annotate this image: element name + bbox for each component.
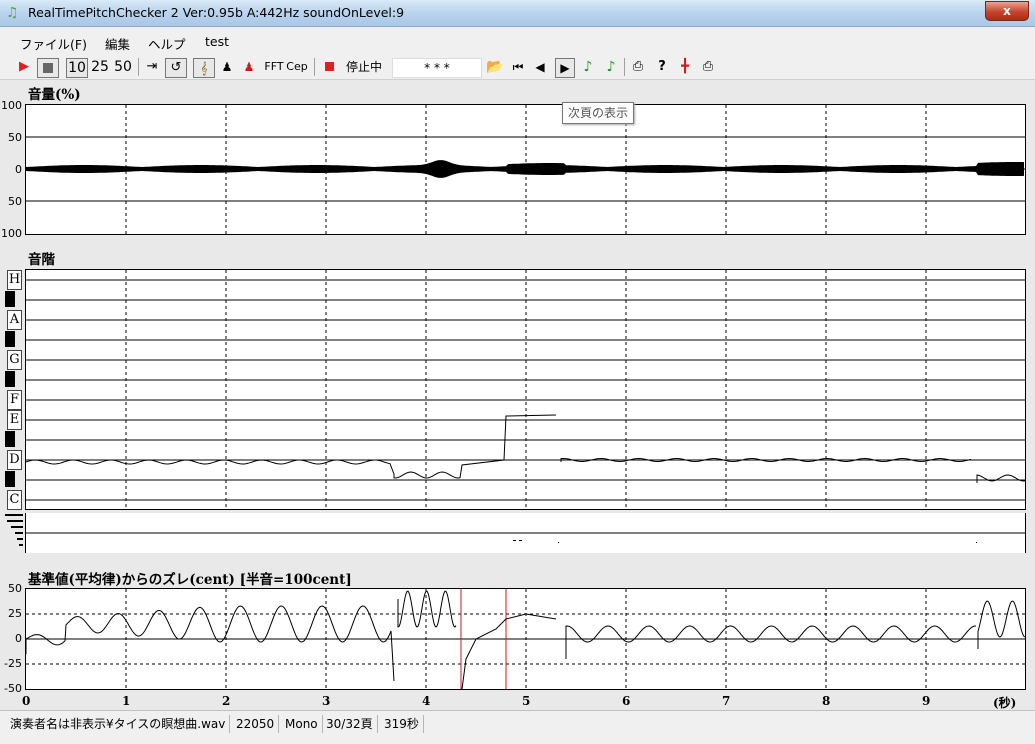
- note-label-g: G: [7, 350, 22, 370]
- note-green-icon[interactable]: ♪: [580, 58, 596, 76]
- pitch-trace: [26, 414, 1025, 483]
- app-icon: ♫: [6, 5, 19, 21]
- record-icon[interactable]: [322, 58, 336, 76]
- window-title: RealTimePitchChecker 2 Ver:0.95b A:442Hz…: [28, 5, 405, 20]
- note-green-2-icon[interactable]: ♪: [603, 58, 619, 76]
- volume-ytick: 100: [1, 99, 22, 112]
- x-tick: 8: [822, 694, 831, 708]
- x-tick: 3: [322, 694, 331, 708]
- black-key: [5, 431, 15, 447]
- printer-icon[interactable]: ⎙: [629, 58, 647, 76]
- play-icon[interactable]: ▶: [16, 58, 32, 76]
- menu-file[interactable]: ファイル(F): [20, 34, 87, 53]
- violin-icon[interactable]: 𝄞: [193, 58, 215, 78]
- status-duration: 319秒: [380, 715, 424, 733]
- x-tick: 6: [622, 694, 631, 708]
- detail-strip: [25, 513, 1026, 553]
- note-label-a: A: [7, 310, 22, 330]
- menu-bar: ファイル(F) 編集 ヘルプ test: [0, 27, 1035, 55]
- deviation-plot[interactable]: [25, 588, 1026, 690]
- x-tick: 7: [722, 694, 731, 708]
- status-page: 30/32頁: [322, 715, 378, 733]
- status-bar: 演奏者名は非表示¥タイスの瞑想曲.wav 22050 Mono 30/32頁 3…: [0, 710, 1035, 744]
- status-filename: 演奏者名は非表示¥タイスの瞑想曲.wav: [6, 715, 231, 733]
- first-page-icon[interactable]: ⏮: [510, 58, 526, 76]
- help-icon[interactable]: ?: [653, 58, 671, 76]
- volume-ytick: 50: [8, 195, 22, 208]
- strip-legend: [5, 512, 25, 552]
- deviation-title: 基準値(平均律)からのズレ(cent) [半音=100cent]: [28, 572, 352, 588]
- tooltip: 次頁の表示: [562, 102, 635, 124]
- deviation-ytick: 25: [8, 607, 22, 620]
- marker-icon[interactable]: ╋: [676, 58, 694, 76]
- black-key: [5, 331, 15, 347]
- x-tick: 9: [922, 694, 931, 708]
- volume-title: 音量(%): [28, 87, 81, 103]
- stars-display: * * *: [392, 58, 482, 78]
- volume-plot[interactable]: [25, 104, 1026, 235]
- black-key: [5, 371, 15, 387]
- print-icon[interactable]: ⎙: [699, 58, 717, 76]
- status-channels: Mono: [281, 715, 323, 733]
- black-key: [5, 291, 15, 307]
- black-key: [5, 471, 15, 487]
- toolbar: ▶ 10 25 50 ⇥ ↺ 𝄞 ♟ ♟ FFT Cep 停止中 * * * 📂…: [0, 55, 1035, 80]
- person-red-icon[interactable]: ♟: [240, 58, 258, 76]
- toolbar-separator: [624, 58, 625, 76]
- scale-plot[interactable]: [25, 269, 1026, 510]
- note-label-c: C: [7, 490, 22, 510]
- zoom-10-button[interactable]: 10: [66, 58, 88, 78]
- status-label: 停止中: [345, 60, 382, 74]
- note-label-d: D: [7, 450, 22, 470]
- deviation-ytick: -25: [4, 657, 22, 670]
- deviation-ytick: 50: [8, 582, 22, 595]
- note-label-f: F: [7, 390, 22, 410]
- menu-test[interactable]: test: [205, 34, 229, 49]
- stop-icon: [43, 63, 53, 73]
- x-tick: 4: [422, 694, 431, 708]
- toolbar-separator: [314, 58, 315, 76]
- x-tick: 1: [122, 694, 131, 708]
- loop-icon[interactable]: ↺: [165, 58, 187, 78]
- prev-page-icon[interactable]: ◀: [532, 58, 548, 76]
- open-folder-icon[interactable]: 📂: [486, 58, 504, 76]
- x-unit: (秒): [993, 696, 1017, 710]
- zoom-50-button[interactable]: 50: [113, 58, 133, 76]
- volume-waveform: [26, 160, 1024, 178]
- toolbar-separator: [138, 58, 139, 76]
- volume-ytick: 100: [1, 227, 22, 240]
- x-tick: 0: [22, 694, 31, 708]
- cep-button[interactable]: Cep: [286, 58, 308, 76]
- zoom-25-button[interactable]: 25: [90, 58, 110, 76]
- close-button[interactable]: x: [985, 1, 1029, 21]
- fft-button[interactable]: FFT: [263, 58, 285, 76]
- menu-edit[interactable]: 編集: [105, 34, 130, 53]
- jump-end-icon[interactable]: ⇥: [143, 58, 161, 76]
- next-page-icon[interactable]: ▶: [555, 58, 575, 78]
- deviation-ytick: 0: [15, 632, 22, 645]
- scale-title: 音階: [28, 252, 55, 268]
- x-tick: 5: [522, 694, 531, 708]
- volume-ytick: 0: [15, 163, 22, 176]
- person-icon[interactable]: ♟: [218, 58, 236, 76]
- deviation-ytick: -50: [4, 682, 22, 695]
- title-bar: ♫ RealTimePitchChecker 2 Ver:0.95b A:442…: [0, 0, 1035, 27]
- stop-button[interactable]: [37, 58, 59, 78]
- menu-help[interactable]: ヘルプ: [148, 34, 186, 53]
- volume-ytick: 50: [8, 131, 22, 144]
- x-tick: 2: [222, 694, 231, 708]
- status-samplerate: 22050: [232, 715, 280, 733]
- note-label-e: E: [7, 410, 22, 430]
- note-label-h: H: [7, 270, 22, 290]
